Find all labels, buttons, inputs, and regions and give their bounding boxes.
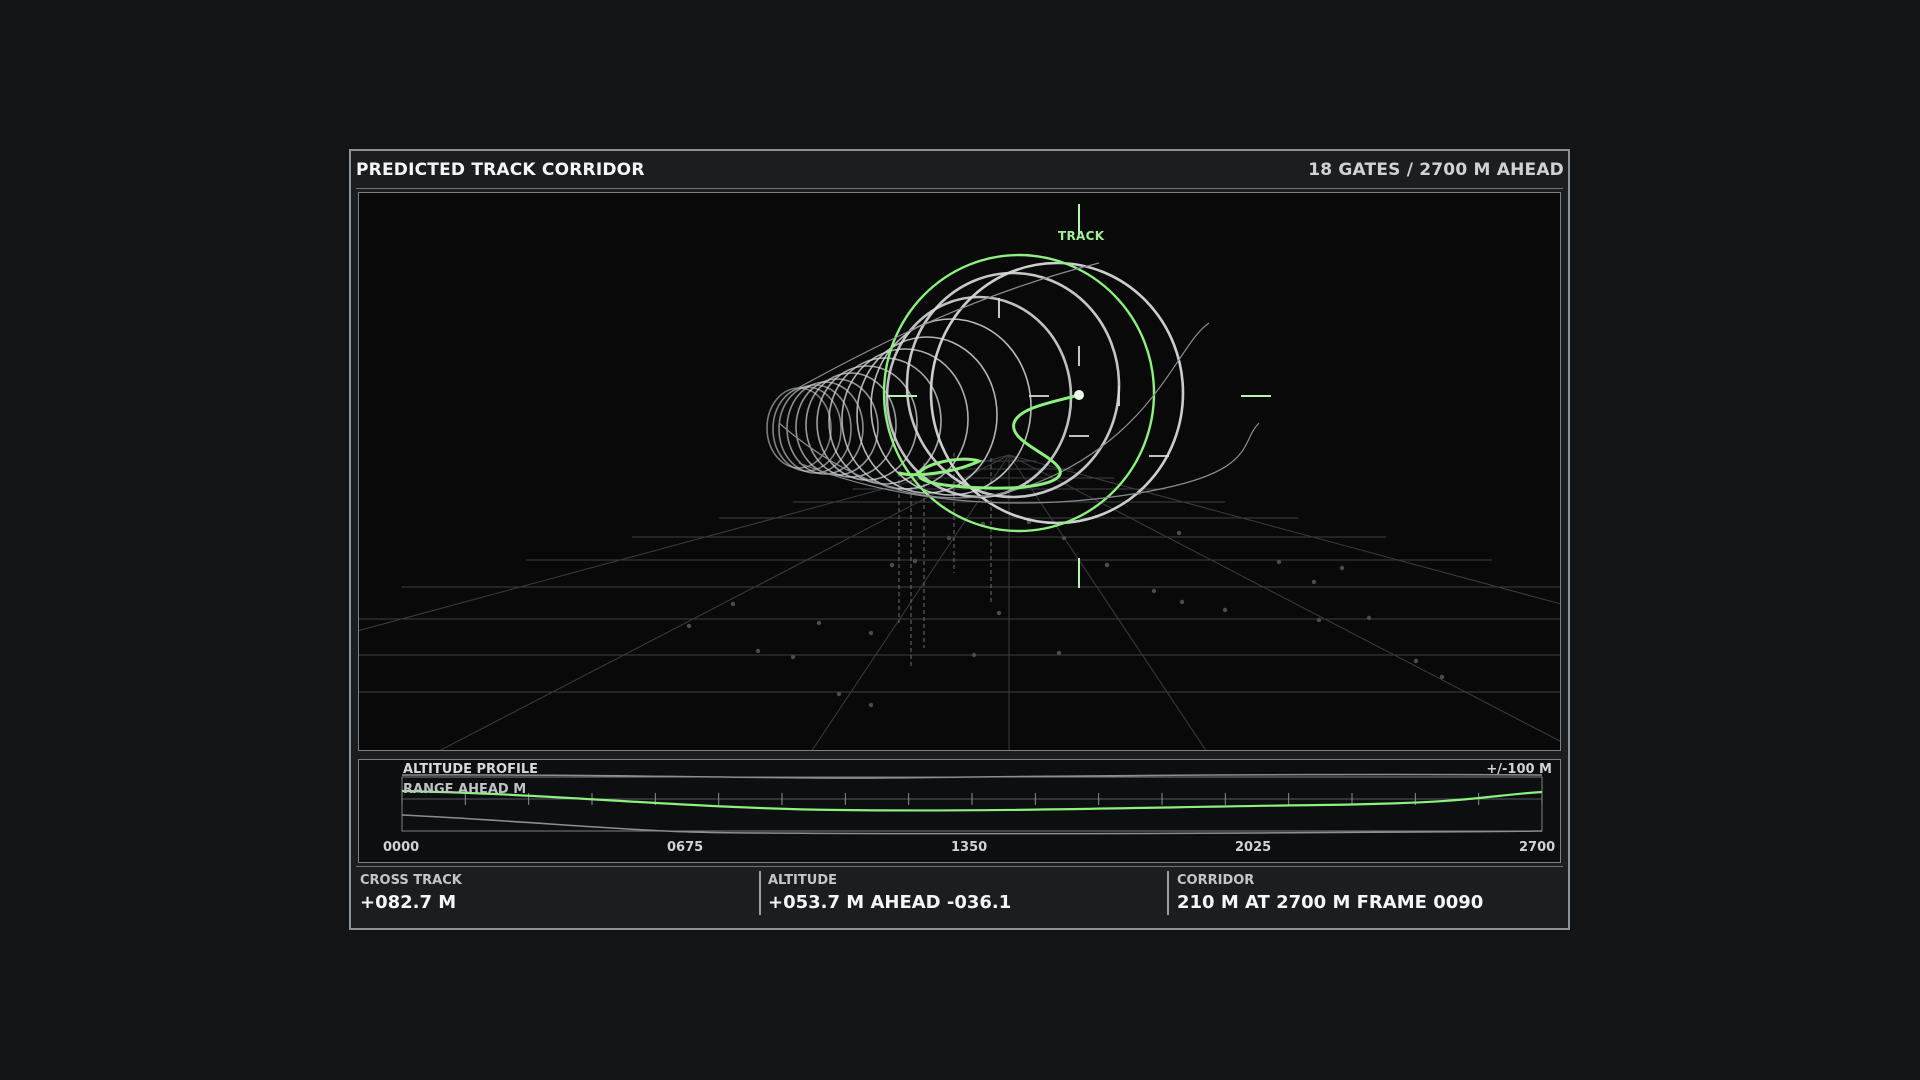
scatter-dot — [1151, 588, 1157, 594]
scatter-dot — [868, 702, 874, 708]
scatter-dot — [686, 623, 692, 629]
scatter-dot — [946, 535, 952, 541]
cross-track-label: CROSS TRACK — [360, 873, 462, 888]
gate-ring — [856, 336, 998, 494]
scatter-dot — [1222, 607, 1228, 613]
upper-bound-line — [401, 773, 1543, 779]
scatter-dot — [889, 562, 895, 568]
track-label: TRACK — [1058, 229, 1105, 243]
gates-summary: 18 GATES / 2700 M AHEAD — [1308, 160, 1564, 180]
scatter-dot — [1316, 617, 1322, 623]
grid-line — [1008, 454, 1207, 750]
panel-title: PREDICTED TRACK CORRIDOR — [356, 160, 645, 180]
header-divider — [356, 188, 1563, 189]
altitude-value: +053.7 M AHEAD -036.1 — [768, 892, 1012, 913]
scatter-dot — [1311, 579, 1317, 585]
predicted-track-line — [897, 393, 1081, 490]
scatter-dot — [1413, 658, 1419, 664]
track-corridor-panel: PREDICTED TRACK CORRIDOR 18 GATES / 2700… — [349, 149, 1570, 930]
corridor-3d-viewport[interactable]: TRACK — [358, 192, 1561, 751]
scatter-dot — [971, 652, 977, 658]
stat-separator — [1167, 871, 1169, 915]
corridor-readout: CORRIDOR 210 M AT 2700 M FRAME 0090 — [1177, 873, 1483, 915]
footer-divider — [356, 866, 1563, 867]
scatter-dot — [1104, 562, 1110, 568]
altitude-label: ALTITUDE — [768, 873, 837, 888]
range-tick-label: 0675 — [667, 840, 704, 855]
scatter-dot — [1366, 615, 1372, 621]
corridor-rail — [778, 322, 1210, 499]
altitude-readout: ALTITUDE +053.7 M AHEAD -036.1 — [768, 873, 1011, 915]
range-tick-label: 2025 — [1235, 840, 1272, 855]
track-head-marker — [1074, 390, 1084, 400]
range-tick-label: 0000 — [383, 840, 420, 855]
scatter-dot — [1176, 530, 1182, 536]
range-tick-label: 1350 — [951, 840, 988, 855]
profile-scale: +/-100 M — [1486, 762, 1552, 777]
corridor-label: CORRIDOR — [1177, 873, 1255, 888]
stat-separator — [759, 871, 761, 915]
range-tick-label: 2700 — [1519, 840, 1556, 855]
ground-grid — [359, 454, 1560, 750]
corridor-rail — [788, 262, 1100, 394]
scatter-dot — [996, 610, 1002, 616]
scatter-dot — [1056, 650, 1062, 656]
scatter-dot — [1439, 674, 1445, 680]
scatter-dot — [730, 601, 736, 607]
scatter-dot — [912, 558, 918, 564]
scatter-dot — [816, 620, 822, 626]
profile-axis-label: RANGE AHEAD M — [403, 782, 527, 797]
scatter-dot — [790, 654, 796, 660]
cross-track-value: +082.7 M — [360, 892, 457, 913]
gate-ring — [929, 261, 1185, 525]
scatter-dot — [868, 630, 874, 636]
scatter-dot — [1276, 559, 1282, 565]
scatter-dot — [1179, 599, 1185, 605]
scatter-dot — [755, 648, 761, 654]
scatter-dot — [836, 691, 842, 697]
profile-title: ALTITUDE PROFILE — [403, 762, 538, 777]
scatter-dot — [1061, 535, 1067, 541]
corridor-scene — [359, 204, 1560, 750]
corridor-rail — [798, 422, 1260, 504]
scatter-dot — [1339, 565, 1345, 571]
corridor-value: 210 M AT 2700 M FRAME 0090 — [1177, 892, 1484, 913]
cross-track-readout: CROSS TRACK +082.7 M — [360, 873, 462, 915]
altitude-profile-strip: ALTITUDE PROFILE RANGE AHEAD M +/-100 M … — [358, 759, 1561, 863]
gate-rings — [766, 253, 1260, 533]
grid-line — [439, 454, 1010, 750]
grid-line — [811, 454, 1010, 750]
